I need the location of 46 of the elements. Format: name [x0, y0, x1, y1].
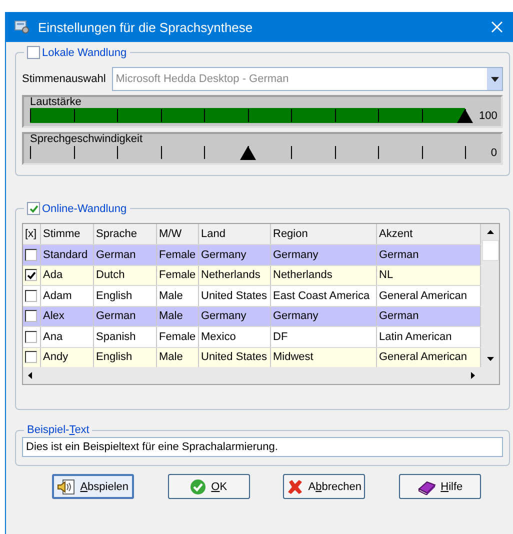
checkbox[interactable] [25, 330, 37, 343]
horizontal-scrollbar[interactable] [23, 367, 499, 384]
slider-thumb[interactable] [457, 109, 473, 123]
slider-label: Sprechgeschwindigkeit [30, 134, 144, 145]
slider-thumb[interactable] [240, 146, 256, 160]
field-label: Stimmenauswahl [22, 73, 106, 85]
table-row[interactable]: Ana Spanish Female Mexico DF Latin American [23, 326, 481, 346]
caret-icon [490, 76, 498, 82]
scroll-right-icon[interactable] [471, 372, 475, 379]
slider-value: 0 [490, 146, 497, 158]
ok-button[interactable]: OK [168, 474, 250, 499]
speaker-icon [57, 478, 76, 494]
slider-label: Lautstärke [30, 97, 82, 108]
window-title: Einstellungen für die Sprachsynthese [38, 20, 254, 34]
scroll-down-icon[interactable] [486, 357, 494, 361]
table-row[interactable]: Adam English Male United States East Coast America General American [23, 285, 481, 306]
checkbox[interactable] [25, 248, 37, 261]
group-title: Online-Wandlung [42, 202, 127, 214]
cancel-button[interactable]: Abbrechen [283, 474, 366, 499]
cross-icon [287, 478, 304, 494]
table-row[interactable]: Alex German Male Germany Germany German [23, 306, 481, 326]
table-row[interactable]: Ada Dutch Female Netherlands Netherlands NL [23, 264, 481, 285]
checkbox[interactable] [25, 269, 37, 282]
scroll-up-icon[interactable] [486, 230, 494, 234]
table-row[interactable]: Standard German Female Germany Germany German [23, 244, 481, 264]
group-title: Lokale Wandlung [42, 46, 127, 58]
check-icon [190, 478, 206, 494]
scroll-left-icon[interactable] [28, 372, 32, 379]
help-button[interactable]: Hilfe [399, 474, 482, 499]
table-row[interactable]: Andy English Male United States Midwest General American [23, 346, 481, 367]
scroll-thumb[interactable] [482, 240, 498, 261]
close-icon[interactable] [491, 21, 503, 33]
checkbox[interactable] [25, 351, 37, 364]
checkbox[interactable] [27, 46, 40, 59]
slider-value: 100 [479, 110, 497, 122]
voice-dropdown[interactable]: Microsoft Hedda Desktop - German [112, 67, 503, 91]
vertical-scrollbar[interactable] [481, 224, 499, 367]
book-icon [418, 478, 436, 494]
checkbox[interactable] [27, 202, 40, 215]
play-button[interactable]: Abspielen [52, 474, 134, 499]
slider-track[interactable] [30, 108, 473, 123]
checkbox[interactable] [25, 290, 37, 302]
checkbox[interactable] [25, 310, 37, 322]
sample-text-field[interactable]: Dies ist ein Beispieltext für eine Sprachalarmierung. [22, 437, 503, 457]
group-title: Beispiel-Text [27, 424, 90, 436]
app-icon [14, 20, 30, 34]
